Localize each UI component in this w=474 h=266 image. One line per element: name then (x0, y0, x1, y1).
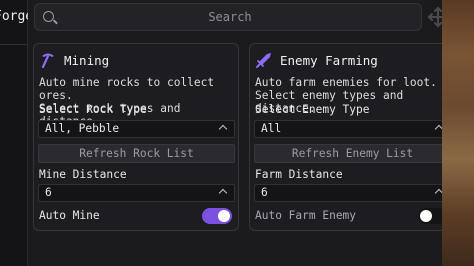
auto-farm-enemy-label: Auto Farm Enemy (255, 209, 357, 222)
chevron-up-icon (218, 188, 228, 198)
rock-type-label: Select Rock Type (39, 103, 147, 116)
enemy-type-value: All (261, 122, 282, 135)
mining-panel: Mining Auto mine rocks to collect ores. … (33, 43, 239, 231)
search-bar[interactable] (34, 3, 422, 31)
sword-icon (256, 53, 271, 68)
farm-distance-label: Farm Distance (255, 168, 343, 181)
sidebar: Forge (0, 0, 28, 266)
game-background (442, 0, 474, 266)
search-icon (43, 11, 54, 22)
mining-title: Mining (64, 52, 110, 68)
auto-mine-toggle[interactable] (202, 208, 232, 224)
farm-distance-select[interactable]: 6 (254, 184, 451, 202)
search-input[interactable] (65, 4, 395, 30)
farming-title: Enemy Farming (280, 52, 378, 68)
toggle-knob (420, 210, 432, 222)
enemy-type-select[interactable]: All (254, 120, 451, 138)
mine-distance-value: 6 (45, 186, 52, 199)
pickaxe-icon (41, 53, 54, 68)
mine-distance-select[interactable]: 6 (38, 184, 235, 202)
main-panel: Mining Auto mine rocks to collect ores. … (28, 0, 455, 266)
rock-type-select[interactable]: All, Pebble (38, 120, 235, 138)
toggle-knob (218, 210, 230, 222)
auto-mine-label: Auto Mine (39, 209, 100, 222)
refresh-enemy-list-button[interactable]: Refresh Enemy List (254, 144, 451, 163)
enemy-type-label: Select Enemy Type (255, 103, 370, 116)
rock-type-value: All, Pebble (45, 122, 120, 135)
chevron-up-icon (218, 124, 228, 134)
sidebar-tab-forge[interactable]: Forge (0, 4, 28, 30)
farm-distance-value: 6 (261, 186, 268, 199)
refresh-rock-list-button[interactable]: Refresh Rock List (38, 144, 235, 163)
enemy-farming-panel: Enemy Farming Auto farm enemies for loot… (249, 43, 455, 231)
mine-distance-label: Mine Distance (39, 168, 127, 181)
sidebar-divider (0, 44, 28, 45)
